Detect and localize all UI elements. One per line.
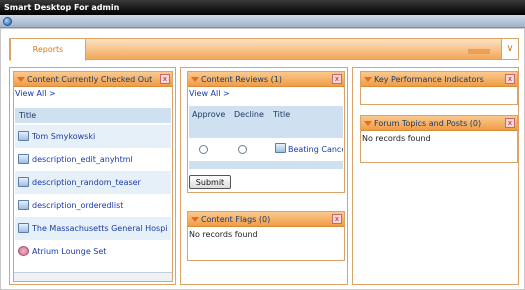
tab-strip: Reports ∨ [9,38,519,61]
portlet-header[interactable]: Content Currently Checked Out x [14,72,172,87]
portlet-forum: Forum Topics and Posts (0) x No records … [360,115,518,163]
item-link[interactable]: description_edit_anyhtml [32,155,133,164]
document-icon [18,223,29,233]
portlet-content-reviews: Content Reviews (1) x View All > Approve… [187,71,345,193]
column-header-decline[interactable]: Decline [234,110,264,119]
tab-reports[interactable]: Reports [10,38,86,61]
column-header-title[interactable]: Title [273,110,290,119]
submit-button[interactable]: Submit [189,175,231,189]
column-header-approve[interactable]: Approve [192,110,225,119]
document-icon [18,154,29,164]
review-row: Beating Cance [189,138,343,161]
document-icon [18,131,29,141]
portlet-title: Content Flags (0) [201,215,271,224]
column-header-title[interactable]: Title [15,108,171,123]
portlet-title: Content Currently Checked Out [27,75,153,84]
column-left: Content Currently Checked Out x View All… [9,67,176,285]
portlet-checked-out: Content Currently Checked Out x View All… [13,71,173,282]
smart-desktop: Reports ∨ Content Currently Checked Out … [0,28,525,290]
view-all-link[interactable]: View All > [189,89,230,98]
list-item[interactable]: Atrium Lounge Set [15,240,171,263]
portlet-header[interactable]: Key Performance Indicators x [361,72,517,87]
close-icon[interactable]: x [332,74,342,84]
portlet-title: Key Performance Indicators [374,75,484,84]
approve-radio[interactable] [199,145,208,154]
close-icon[interactable]: x [332,214,342,224]
triangle-down-icon[interactable] [191,77,199,82]
item-link[interactable]: description_orderedlist [32,201,123,210]
portlet-title: Content Reviews (1) [201,75,282,84]
close-icon[interactable]: x [505,118,515,128]
splitter-handle[interactable] [468,49,490,54]
document-icon [18,200,29,210]
horizontal-scrollbar[interactable] [14,272,172,281]
portlet-title: Forum Topics and Posts (0) [374,119,482,128]
triangle-down-icon[interactable] [364,77,372,82]
portlet-header[interactable]: Content Reviews (1) x [188,72,344,87]
item-link[interactable]: description_random_teaser [32,178,141,187]
toolbar [0,15,525,28]
document-icon [275,143,286,153]
item-link[interactable]: Tom Smykowski [32,132,95,141]
portlet-header[interactable]: Content Flags (0) x [188,212,344,227]
window-title: Smart Desktop For admin [0,0,525,15]
globe-icon[interactable] [3,17,12,26]
list-item[interactable]: description_random_teaser [15,171,171,194]
chevron-down-icon[interactable]: ∨ [501,39,518,59]
list-item[interactable]: description_orderedlist [15,194,171,217]
triangle-down-icon[interactable] [364,121,372,126]
close-icon[interactable]: x [505,74,515,84]
column-right: Key Performance Indicators x Forum Topic… [352,67,519,285]
image-icon [18,246,29,256]
item-link[interactable]: Atrium Lounge Set [32,247,106,256]
decline-radio[interactable] [238,145,247,154]
portlet-kpi: Key Performance Indicators x [360,71,518,105]
triangle-down-icon[interactable] [17,77,25,82]
review-item-link[interactable]: Beating Cance [288,138,343,161]
item-link[interactable]: The Massachusetts General Hospi [32,224,168,233]
column-middle: Content Reviews (1) x View All > Approve… [180,67,348,285]
close-icon[interactable]: x [160,74,170,84]
document-icon [18,177,29,187]
empty-message: No records found [189,230,258,239]
empty-message: No records found [362,134,431,143]
triangle-down-icon[interactable] [191,217,199,222]
list-item[interactable]: Tom Smykowski [15,125,171,148]
portlet-header[interactable]: Forum Topics and Posts (0) x [361,116,517,131]
list-item[interactable]: The Massachusetts General Hospi [15,217,171,240]
view-all-link[interactable]: View All > [15,89,56,98]
portlet-content-flags: Content Flags (0) x No records found [187,211,345,261]
list-item[interactable]: description_edit_anyhtml [15,148,171,171]
